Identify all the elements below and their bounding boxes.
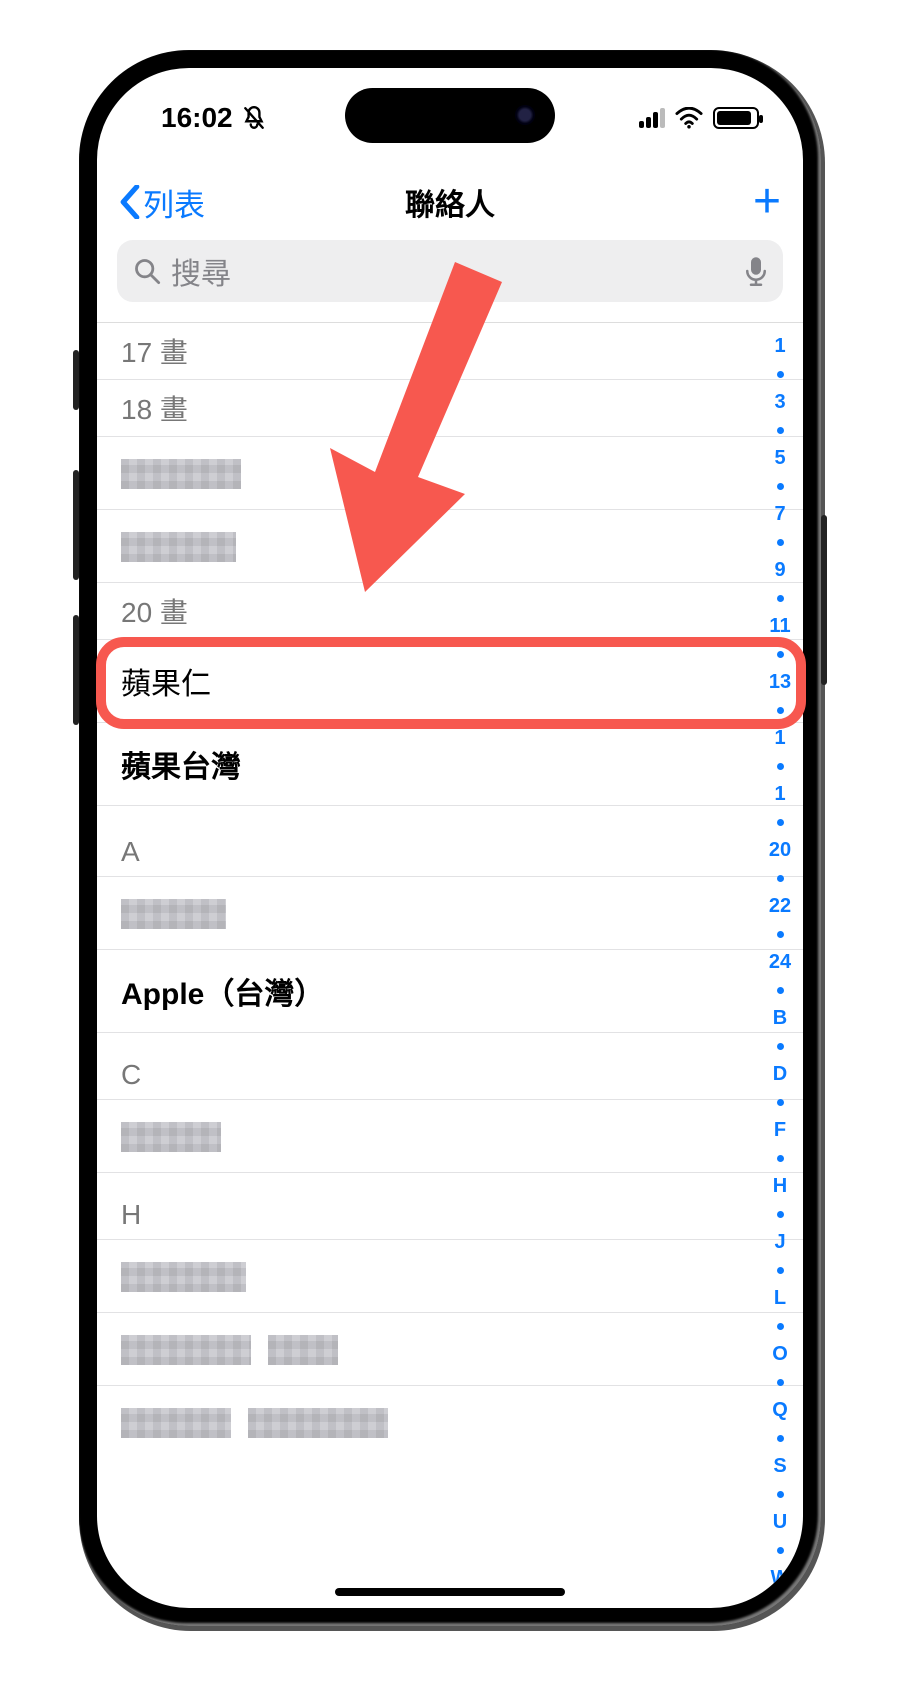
index-item[interactable]: 5 <box>774 444 785 472</box>
index-item[interactable] <box>777 752 784 780</box>
index-item[interactable] <box>777 640 784 668</box>
silent-icon <box>241 105 267 131</box>
phone-frame: 16:02 列表 聯絡人 + <box>79 50 821 1626</box>
nav-bar: 列表 聯絡人 + <box>97 172 803 232</box>
contact-row[interactable] <box>97 436 803 509</box>
index-item[interactable] <box>777 1312 784 1340</box>
index-item[interactable] <box>777 864 784 892</box>
contact-row[interactable] <box>97 1099 803 1172</box>
index-item[interactable]: J <box>774 1228 785 1256</box>
index-item[interactable]: H <box>773 1172 787 1200</box>
contact-row[interactable] <box>97 876 803 949</box>
index-item[interactable] <box>777 1536 784 1564</box>
contact-row[interactable] <box>97 509 803 582</box>
section-header-17: 17 畫 <box>97 322 803 379</box>
index-item[interactable] <box>777 1592 784 1608</box>
index-item[interactable]: 24 <box>769 948 791 976</box>
index-item[interactable] <box>777 1088 784 1116</box>
index-item[interactable]: 1 <box>774 332 785 360</box>
index-item[interactable]: 20 <box>769 836 791 864</box>
index-item[interactable] <box>777 472 784 500</box>
battery-icon <box>713 107 759 129</box>
index-item[interactable]: 9 <box>774 556 785 584</box>
section-header-20: 20 畫 <box>97 582 803 639</box>
index-item[interactable] <box>777 1480 784 1508</box>
index-item[interactable] <box>777 920 784 948</box>
status-bar: 16:02 <box>97 96 803 140</box>
index-item[interactable] <box>777 528 784 556</box>
index-item[interactable]: O <box>772 1340 788 1368</box>
contact-row-apple-tw[interactable]: Apple（台灣） <box>97 949 803 1032</box>
contact-row[interactable] <box>97 1312 803 1385</box>
section-header-18: 18 畫 <box>97 379 803 436</box>
contact-row[interactable] <box>97 1385 803 1458</box>
index-item[interactable]: 1 <box>774 780 785 808</box>
index-item[interactable] <box>777 1200 784 1228</box>
clock: 16:02 <box>161 102 233 134</box>
contacts-list[interactable]: 17 畫 18 畫 20 畫 蘋果仁 蘋果台灣 A Apple（台灣） C H <box>97 322 803 1608</box>
index-item[interactable]: 11 <box>769 612 790 640</box>
section-header-C: C <box>97 1032 803 1099</box>
index-item[interactable] <box>777 696 784 724</box>
index-item[interactable]: W <box>771 1564 790 1592</box>
index-item[interactable] <box>777 1368 784 1396</box>
contact-row-pingguoren[interactable]: 蘋果仁 <box>97 639 803 722</box>
search-field[interactable]: 搜尋 <box>117 240 783 302</box>
index-item[interactable] <box>777 1032 784 1060</box>
index-item[interactable] <box>777 1256 784 1284</box>
index-item[interactable]: U <box>773 1508 787 1536</box>
section-index[interactable]: 13579111311202224BDFHJLOQSUWY#Z <box>763 332 797 1608</box>
section-header-A: A <box>97 805 803 876</box>
index-item[interactable]: 13 <box>769 668 791 696</box>
index-item[interactable] <box>777 1144 784 1172</box>
index-item[interactable]: Q <box>772 1396 788 1424</box>
index-item[interactable]: B <box>773 1004 787 1032</box>
volume-up-button <box>73 470 79 580</box>
cell-signal-icon <box>639 108 665 128</box>
contact-row[interactable] <box>97 1239 803 1312</box>
index-item[interactable] <box>777 360 784 388</box>
index-item[interactable] <box>777 584 784 612</box>
page-title: 聯絡人 <box>97 180 803 224</box>
index-item[interactable]: F <box>774 1116 786 1144</box>
side-button <box>73 350 79 410</box>
contact-row-pingguo-taiwan[interactable]: 蘋果台灣 <box>97 722 803 805</box>
index-item[interactable]: S <box>773 1452 786 1480</box>
screen: 16:02 列表 聯絡人 + <box>97 68 803 1608</box>
index-item[interactable]: D <box>773 1060 787 1088</box>
index-item[interactable]: L <box>774 1284 786 1312</box>
index-item[interactable]: 1 <box>774 724 785 752</box>
index-item[interactable] <box>777 976 784 1004</box>
index-item[interactable] <box>777 416 784 444</box>
index-item[interactable]: 7 <box>774 500 785 528</box>
wifi-icon <box>675 107 703 129</box>
index-item[interactable]: 3 <box>774 388 785 416</box>
volume-down-button <box>73 615 79 725</box>
section-header-H: H <box>97 1172 803 1239</box>
index-item[interactable] <box>777 808 784 836</box>
search-icon <box>133 257 161 285</box>
power-button <box>821 515 827 685</box>
index-item[interactable] <box>777 1424 784 1452</box>
home-indicator[interactable] <box>335 1588 565 1596</box>
index-item[interactable]: 22 <box>769 892 791 920</box>
dictate-icon[interactable] <box>745 256 767 286</box>
search-placeholder: 搜尋 <box>171 249 735 293</box>
